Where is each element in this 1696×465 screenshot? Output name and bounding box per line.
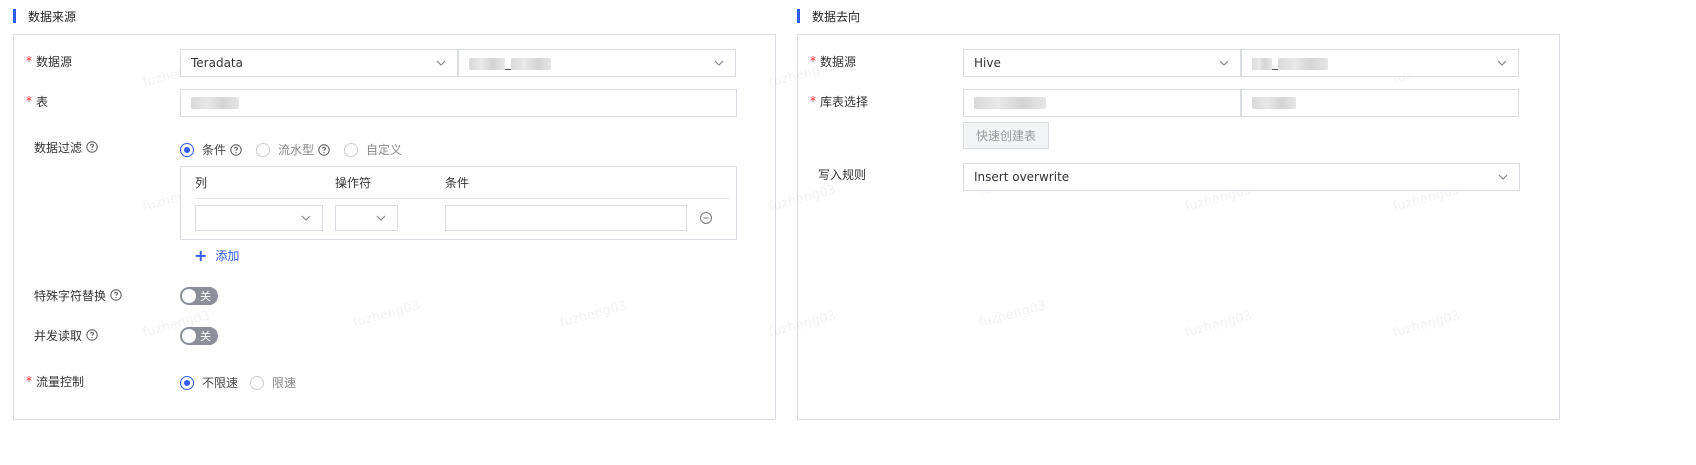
target-table-label: * 库表选择: [810, 94, 869, 109]
redacted-text: [1252, 57, 1272, 70]
cond-op-header: 操作符: [335, 176, 372, 190]
required-mark: *: [810, 54, 816, 68]
redacted-text: [469, 57, 505, 70]
watermark: fuzheng03: [351, 298, 422, 331]
source-table-input[interactable]: [180, 89, 737, 117]
chevron-down-icon: [1497, 171, 1509, 183]
watermark: fuzheng03: [767, 182, 838, 215]
redacted-text: [191, 97, 239, 109]
plus-icon: +: [194, 245, 208, 265]
redacted-text: [974, 97, 1046, 109]
title-accent-bar: [797, 9, 800, 23]
chevron-down-icon: [375, 212, 387, 224]
special-char-toggle[interactable]: 关: [180, 287, 218, 305]
watermark: fuzheng03: [1391, 308, 1462, 341]
target-table-input[interactable]: [1241, 89, 1519, 117]
required-mark: *: [26, 54, 32, 68]
radio-dot: [256, 142, 271, 157]
source-panel-title: 数据来源: [13, 8, 76, 24]
filter-option-custom[interactable]: 自定义: [344, 141, 402, 158]
target-datasource-label: * 数据源: [810, 54, 857, 69]
filter-option-condition[interactable]: 条件: [180, 141, 242, 158]
chevron-down-icon: [435, 57, 447, 69]
watermark: fuzheng03: [977, 298, 1048, 331]
watermark: fuzheng03: [767, 308, 838, 341]
radio-dot: [250, 375, 265, 390]
target-panel-title: 数据去向: [797, 8, 860, 24]
concurrent-read-label: 并发读取: [34, 325, 98, 345]
target-db-input[interactable]: [963, 89, 1241, 117]
target-datasource-db-select[interactable]: _: [1241, 49, 1519, 77]
source-datasource-db-select[interactable]: _: [458, 49, 736, 77]
flow-control-radio-group: 不限速 限速: [180, 374, 296, 391]
required-mark: *: [26, 374, 32, 388]
help-circle-icon[interactable]: [86, 329, 98, 341]
quick-create-table-button[interactable]: 快速创建表: [963, 122, 1049, 149]
cond-value-header: 条件: [445, 176, 470, 190]
title-accent-bar: [13, 9, 16, 23]
target-datasource-type-select[interactable]: Hive: [963, 49, 1241, 77]
redacted-text: [1278, 57, 1328, 70]
help-circle-icon[interactable]: [110, 289, 122, 301]
radio-dot: [180, 142, 194, 157]
cond-col-header: 列: [195, 176, 208, 190]
radio-dot: [180, 375, 194, 390]
divider: [195, 198, 729, 199]
chevron-down-icon: [1218, 57, 1230, 69]
help-circle-icon[interactable]: [318, 143, 330, 156]
filter-option-stream[interactable]: 流水型: [256, 141, 330, 158]
flow-control-label: * 流量控制: [26, 374, 85, 389]
source-table-label: * 表: [26, 94, 49, 109]
required-mark: *: [810, 94, 816, 108]
help-circle-icon[interactable]: [86, 141, 98, 153]
redacted-text: [1252, 97, 1296, 109]
source-filter-label: 数据过滤: [34, 137, 98, 157]
remove-circle-icon[interactable]: [699, 211, 713, 225]
cond-value-input[interactable]: [445, 205, 687, 231]
flow-option-limited[interactable]: 限速: [250, 374, 296, 391]
source-panel: fuzheng03 fuzheng03 fuzheng03 fuzheng03 …: [13, 34, 776, 420]
cond-column-select[interactable]: [195, 205, 323, 231]
special-char-label: 特殊字符替换: [34, 285, 122, 305]
required-mark: *: [26, 94, 32, 108]
condition-table: 列 操作符 条件: [180, 166, 737, 240]
toggle-knob: [182, 329, 196, 343]
concurrent-read-toggle[interactable]: 关: [180, 327, 218, 345]
source-filter-radio-group: 条件 流水型 自定义: [180, 141, 402, 158]
source-title-text: 数据来源: [28, 9, 77, 24]
target-panel: fuzheng03 fuzheng03 fuzheng03 fuzheng03 …: [767, 34, 1560, 420]
source-datasource-type-select[interactable]: Teradata: [180, 49, 458, 77]
watermark: fuzheng03: [1183, 308, 1254, 341]
chevron-down-icon: [1496, 57, 1508, 69]
add-condition-button[interactable]: + 添加: [194, 247, 239, 264]
radio-dot: [344, 142, 359, 157]
chevron-down-icon: [713, 57, 725, 69]
flow-option-unlimited[interactable]: 不限速: [180, 374, 238, 391]
chevron-down-icon: [300, 212, 312, 224]
target-title-text: 数据去向: [812, 9, 861, 24]
write-rule-label: 写入规则: [818, 167, 867, 182]
watermark: fuzheng03: [558, 298, 629, 331]
source-datasource-label: * 数据源: [26, 54, 73, 69]
redacted-text: [511, 57, 551, 70]
help-circle-icon[interactable]: [230, 143, 242, 156]
cond-operator-select[interactable]: [335, 205, 398, 231]
write-rule-select[interactable]: Insert overwrite: [963, 163, 1520, 191]
toggle-knob: [182, 289, 196, 303]
